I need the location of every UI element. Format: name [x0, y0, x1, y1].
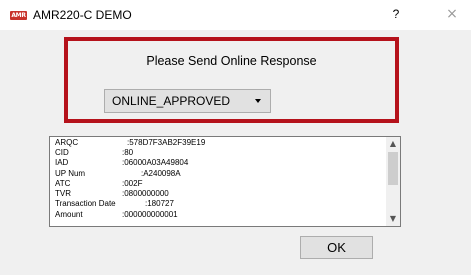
- scroll-up-arrow-icon[interactable]: ▲: [386, 138, 400, 150]
- ok-button[interactable]: OK: [300, 236, 373, 259]
- app-icon: AMR: [10, 11, 27, 20]
- detail-value: :06000A03A49804: [122, 158, 189, 167]
- help-button[interactable]: ?: [389, 7, 403, 23]
- detail-value: :002F: [122, 179, 143, 188]
- detail-value: :180727: [145, 199, 174, 208]
- prompt-text: Please Send Online Response: [146, 54, 317, 68]
- detail-label: ARQC: [55, 138, 79, 147]
- close-button[interactable]: ×: [444, 6, 460, 22]
- detail-value: :578D7F3AB2F39E19: [127, 138, 206, 147]
- response-prompt-box: Please Send Online Response ONLINE_APPRO…: [64, 37, 399, 123]
- chevron-down-icon[interactable]: [255, 99, 261, 103]
- response-dropdown-value: ONLINE_APPROVED: [112, 94, 231, 108]
- detail-label: Transaction Date: [55, 199, 116, 208]
- transaction-details-textarea[interactable]: ARQC :578D7F3AB2F39E19 CID :80 IAD :06000A03A…: [49, 136, 401, 227]
- detail-label: TVR: [55, 189, 71, 198]
- response-dropdown[interactable]: ONLINE_APPROVED: [104, 89, 271, 113]
- detail-label: IAD: [55, 158, 69, 167]
- title-bar: AMR AMR220-C DEMO ? ×: [0, 0, 471, 30]
- detail-label: Amount: [55, 210, 83, 219]
- dialog-window: AMR AMR220-C DEMO ? × Please Send Online…: [0, 0, 471, 275]
- detail-label: UP Num: [55, 169, 86, 178]
- window-title: AMR220-C DEMO: [33, 8, 132, 22]
- detail-label: ATC: [55, 179, 71, 188]
- vertical-scrollbar[interactable]: ▲ ▼: [386, 137, 400, 226]
- scroll-thumb[interactable]: [388, 152, 398, 185]
- detail-value: :000000000001: [122, 210, 178, 219]
- detail-value: :80: [122, 148, 134, 157]
- detail-label: CID: [55, 148, 69, 157]
- detail-value: :A240098A: [141, 169, 181, 178]
- detail-value: :0800000000: [122, 189, 169, 198]
- scroll-down-arrow-icon[interactable]: ▼: [386, 213, 400, 225]
